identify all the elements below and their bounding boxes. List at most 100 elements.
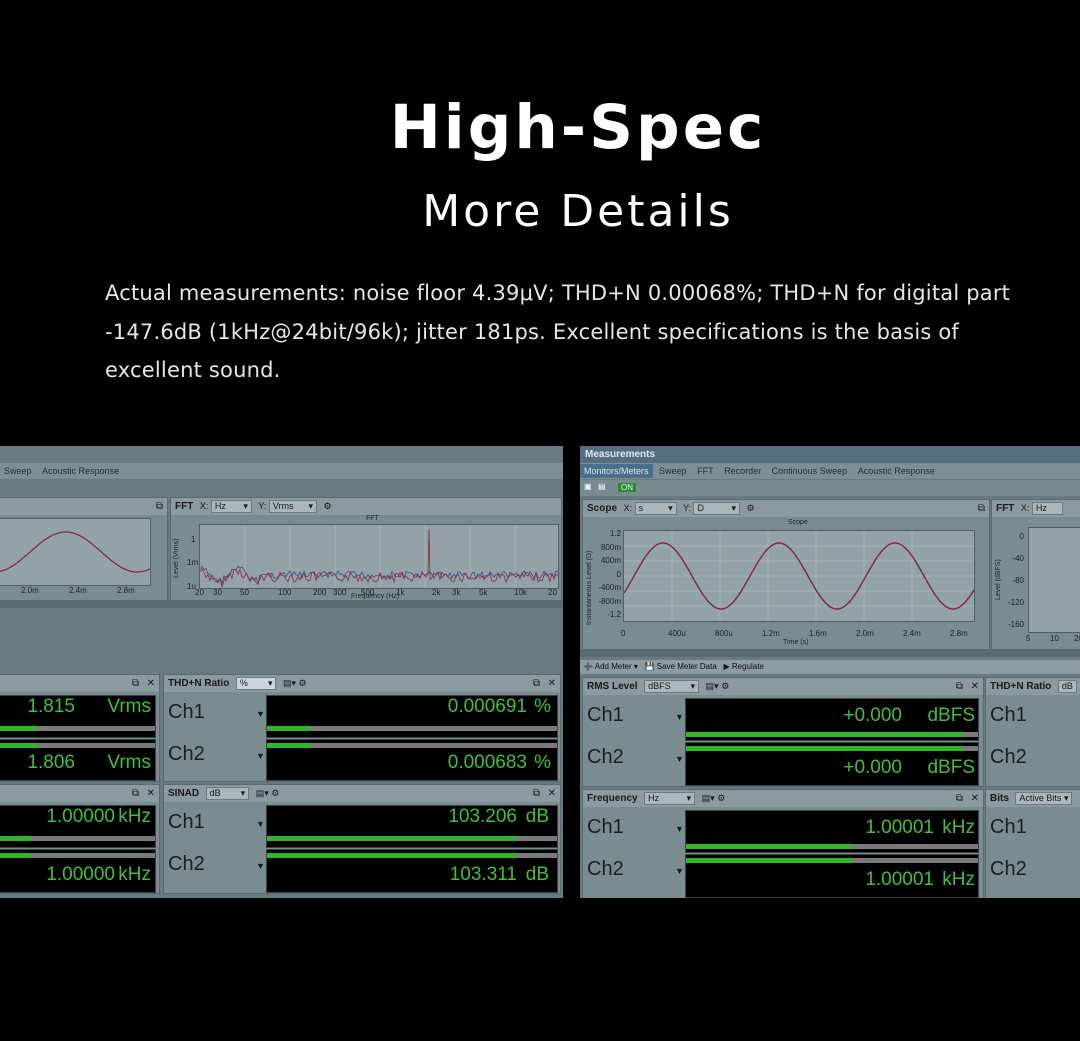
scope-x-tick: 1.6m: [809, 629, 827, 638]
thdn-ch2-unit: %: [534, 752, 551, 773]
popout-icon[interactable]: ⧉: [956, 790, 963, 807]
graph-icon[interactable]: ▤▾: [706, 681, 719, 691]
level-ch1-value: 1.815: [27, 696, 75, 717]
thdn-unit-select[interactable]: % ▾: [235, 677, 277, 691]
scope-title: Scope: [587, 503, 618, 514]
tab-continuous-sweep[interactable]: Continuous Sweep: [768, 466, 852, 476]
level-ch2-value: 1.806: [27, 752, 75, 773]
settings-icon[interactable]: ⚙: [717, 793, 725, 803]
tab-sweep[interactable]: Sweep: [0, 466, 36, 476]
level-ch1-unit: Vrms: [107, 696, 151, 717]
fft-y-tick: -40: [1012, 554, 1024, 563]
chevron-down-icon[interactable]: ▼: [675, 824, 684, 834]
close-icon[interactable]: ✕: [971, 790, 979, 807]
chevron-down-icon[interactable]: ▼: [675, 712, 684, 722]
freq-ch1-unit: kHz: [942, 817, 975, 838]
splitter-handle[interactable]: [580, 649, 1080, 657]
tab-acoustic-response[interactable]: Acoustic Response: [854, 466, 939, 476]
freq-ch2-unit: kHz: [118, 864, 151, 885]
bits-unit-select[interactable]: Active Bits ▾: [1015, 792, 1073, 806]
rms-ch2-meter: +0.000 dBFS: [685, 742, 979, 786]
fft-y-tick: 1m: [187, 558, 199, 567]
left-measurement-window: Sweep Acoustic Response ⧉ 2.0m 2.4m 2.8m…: [0, 446, 563, 898]
fft-x-tick: 5: [1026, 634, 1031, 643]
chevron-down-icon[interactable]: ▼: [256, 709, 265, 719]
left-fft-spectrum: [200, 525, 558, 588]
scope-y-tick: 800m: [600, 542, 621, 552]
tab-sweep[interactable]: Sweep: [655, 466, 691, 476]
analyzer-icon[interactable]: ▤: [598, 482, 606, 491]
settings-icon[interactable]: ⚙: [324, 501, 332, 511]
tab-recorder[interactable]: Recorder: [720, 466, 765, 476]
fft-x-tick: 200: [313, 588, 327, 597]
chevron-down-icon[interactable]: ▼: [675, 866, 684, 876]
close-icon[interactable]: ✕: [548, 675, 556, 692]
scope-x-unit-select[interactable]: s ▾: [634, 502, 677, 516]
popout-icon[interactable]: ⧉: [156, 498, 163, 515]
thdn-ch1-value: 0.000691: [447, 696, 527, 717]
settings-icon[interactable]: ⚙: [271, 788, 279, 798]
chevron-down-icon[interactable]: ▼: [675, 754, 684, 764]
chevron-down-icon[interactable]: ▼: [256, 751, 265, 761]
popout-icon[interactable]: ⧉: [978, 500, 985, 517]
tab-fft[interactable]: FFT: [693, 466, 718, 476]
channel-label: Ch2: [587, 858, 624, 880]
close-icon[interactable]: ✕: [548, 785, 556, 802]
settings-icon[interactable]: ⚙: [299, 678, 307, 688]
chevron-down-icon[interactable]: ▼: [256, 819, 265, 829]
rms-ch1-row: Ch1 ▼: [583, 698, 684, 740]
graph-icon[interactable]: ▤▾: [256, 788, 269, 798]
popout-icon[interactable]: ⧉: [533, 675, 540, 692]
close-icon[interactable]: ✕: [971, 678, 979, 695]
rms-title: RMS Level: [587, 681, 638, 692]
x-unit-select[interactable]: Hz ▾: [210, 500, 252, 514]
channel-label: Ch2: [587, 746, 624, 768]
add-meter-button[interactable]: ➕ Add Meter ▾: [583, 662, 638, 671]
graph-icon[interactable]: ▤▾: [702, 793, 715, 803]
thdn-unit-select[interactable]: dB: [1057, 680, 1077, 694]
freq-ch2-row: Ch2 ▼: [583, 852, 684, 894]
save-meter-data-button[interactable]: 💾 Save Meter Data: [645, 662, 717, 671]
thdn-title: THD+N Ratio: [168, 678, 230, 689]
tab-acoustic-response[interactable]: Acoustic Response: [38, 466, 123, 476]
popout-icon[interactable]: ⧉: [132, 675, 139, 692]
y-unit-select[interactable]: Vrms ▾: [268, 500, 317, 514]
fft-x-unit-select[interactable]: Hz: [1031, 502, 1064, 516]
scope-x-tick: 2.4m: [903, 629, 921, 638]
channel-label: Ch2: [990, 858, 1027, 880]
right-freq-ch1-meter: 1.00001 kHz: [685, 810, 979, 853]
freq-ch2-value: 1.00000: [46, 864, 115, 885]
fft-y-tick: 1: [191, 535, 196, 544]
scope-y-unit-select[interactable]: D ▾: [693, 502, 740, 516]
sinad-ch2-unit: dB: [525, 864, 549, 885]
settings-icon[interactable]: ⚙: [747, 503, 755, 513]
fft-title: FFT: [175, 501, 194, 512]
frequency-title: Frequency: [587, 793, 638, 804]
close-icon[interactable]: ✕: [147, 675, 155, 692]
popout-icon[interactable]: ⧉: [956, 678, 963, 695]
fft-title: FFT: [996, 503, 1015, 514]
close-icon[interactable]: ✕: [147, 785, 155, 802]
sinad-ch2-value: 103.311: [449, 864, 517, 885]
sinad-title: SINAD: [168, 788, 200, 799]
freq-ch2-bar: [0, 853, 155, 858]
popout-icon[interactable]: ⧉: [132, 785, 139, 802]
channel-label: Ch2: [168, 853, 205, 875]
sinad-unit-select[interactable]: dB ▾: [205, 787, 250, 801]
scope-x-tick: 2.0m: [21, 586, 39, 595]
generator-icon[interactable]: ▣: [584, 482, 592, 491]
freq-unit-select[interactable]: Hz ▾: [644, 792, 696, 806]
regulate-button[interactable]: ▶ Regulate: [723, 662, 763, 671]
graph-icon[interactable]: ▤▾: [283, 678, 296, 688]
splitter-handle[interactable]: [0, 600, 563, 608]
thdn-ch1-meter: 0.000691 %: [266, 695, 558, 738]
rms-unit-select[interactable]: dBFS ▾: [644, 680, 700, 694]
right-fft-panel: FFT X: Hz Level (dBFS) 0 -40 -80 -120 -160 5…: [991, 499, 1080, 651]
tab-monitors-meters[interactable]: Monitors/Meters: [580, 464, 653, 478]
on-toggle[interactable]: ON: [618, 483, 636, 492]
settings-icon[interactable]: ⚙: [721, 681, 729, 691]
fft-x-tick: 30: [213, 588, 222, 597]
chevron-down-icon[interactable]: ▼: [256, 861, 265, 871]
freq-ch1-bar: [686, 844, 978, 849]
popout-icon[interactable]: ⧉: [533, 785, 540, 802]
